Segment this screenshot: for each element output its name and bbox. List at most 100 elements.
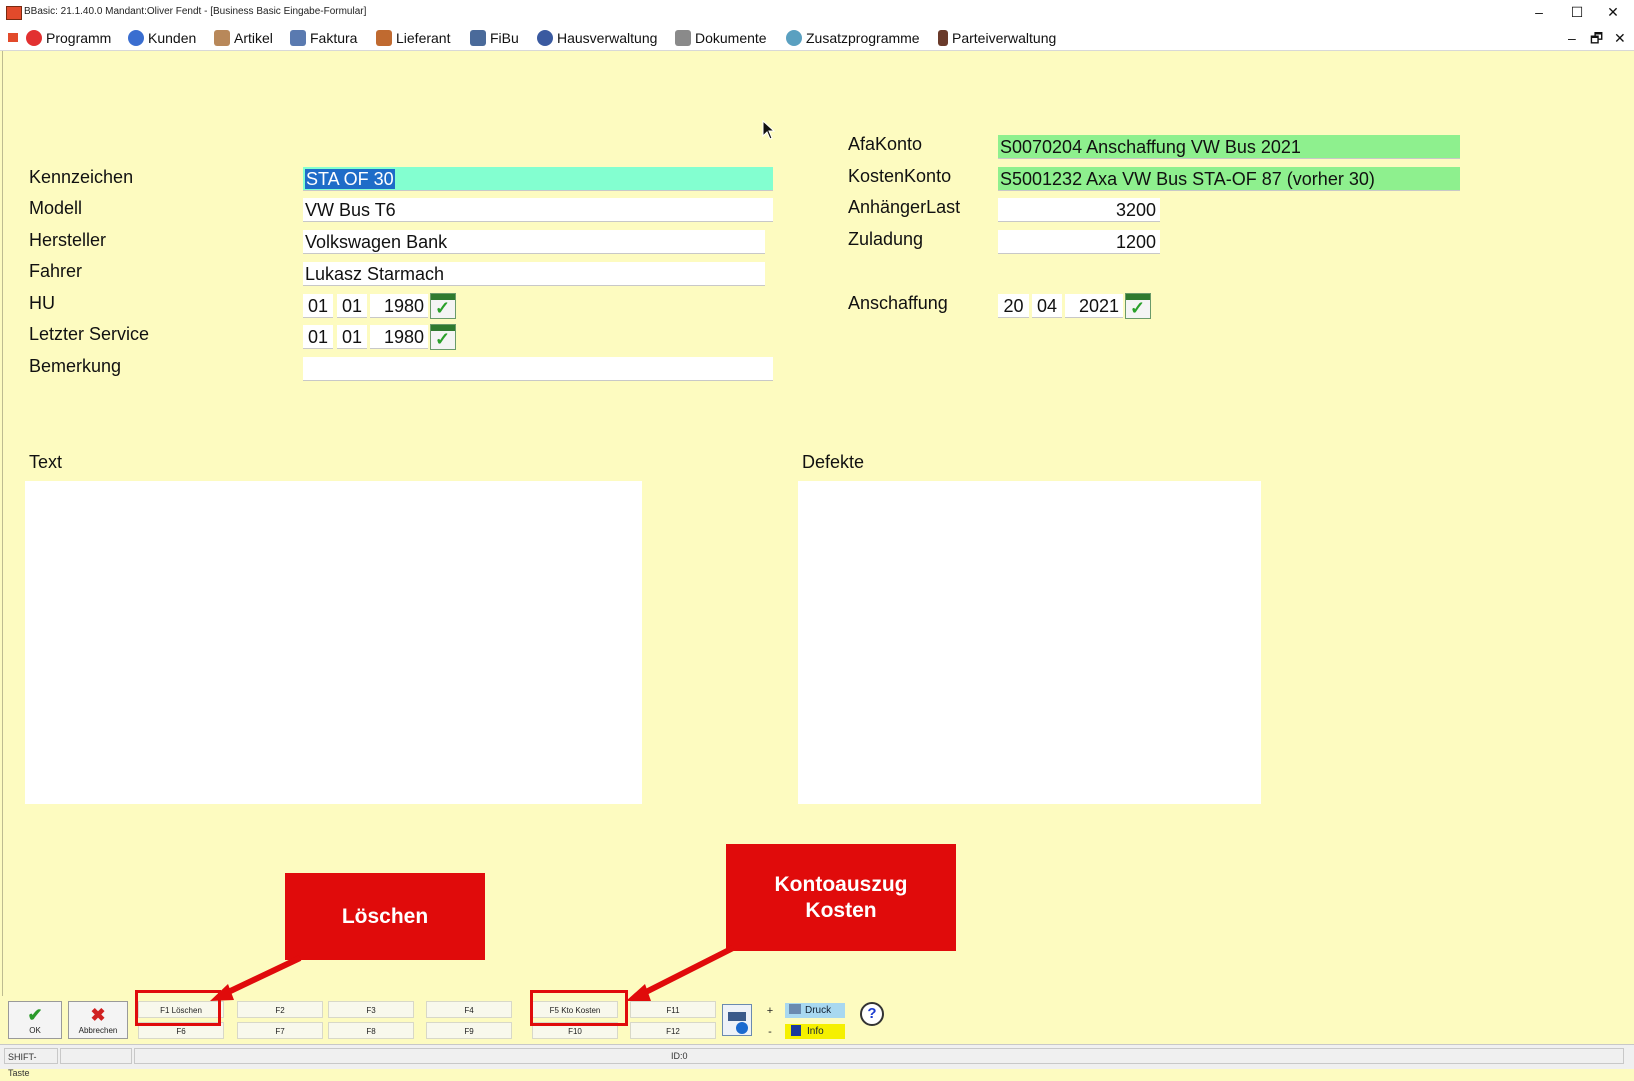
zuladung-label: Zuladung: [848, 229, 924, 249]
id-status: ID:0: [671, 1051, 688, 1061]
text-memo[interactable]: [25, 481, 642, 804]
highlight-f5: [530, 990, 628, 1026]
anschaffung-month-field[interactable]: 04: [1032, 294, 1062, 318]
menu-faktura[interactable]: Faktura: [290, 28, 357, 48]
callout-kontoauszug: Kontoauszug Kosten: [726, 844, 956, 951]
kunden-icon: [128, 30, 144, 46]
fahrer-field[interactable]: Lukasz Starmach: [303, 262, 765, 286]
f2-button[interactable]: F2: [237, 1001, 323, 1018]
f11-button[interactable]: F11: [630, 1001, 716, 1018]
keyboard-info-icon[interactable]: [722, 1004, 752, 1036]
menu-artikel[interactable]: Artikel: [214, 28, 273, 48]
anschaffung-day-field[interactable]: 20: [998, 294, 1029, 318]
hu-month-field[interactable]: 01: [337, 294, 367, 318]
parteiverwaltung-icon: [938, 30, 948, 46]
anhaengerlast-field[interactable]: 3200: [998, 198, 1160, 222]
anhaengerlast-label: AnhängerLast: [848, 197, 961, 217]
help-icon[interactable]: ?: [860, 1002, 884, 1026]
ok-button[interactable]: ✔ OK: [8, 1001, 62, 1039]
highlight-f1: [135, 990, 221, 1026]
hu-label: HU: [29, 293, 55, 313]
mouse-cursor: [762, 120, 776, 140]
status-bar: SHIFT-Taste ID:0: [0, 1044, 1634, 1078]
mdi-restore-button[interactable]: 🗗: [1590, 28, 1603, 48]
f7-button[interactable]: F7: [237, 1022, 323, 1039]
kostenkonto-label: KostenKonto: [848, 166, 952, 186]
menu-dokumente[interactable]: Dokumente: [675, 28, 767, 48]
menu-lieferant[interactable]: Lieferant: [376, 28, 450, 48]
abbrechen-button[interactable]: ✖ Abbrechen: [68, 1001, 128, 1039]
menu-programm[interactable]: Programm: [26, 28, 111, 48]
plus-button[interactable]: +: [762, 1003, 778, 1019]
hu-year-field[interactable]: 1980: [370, 294, 428, 318]
mdi-minimize-button[interactable]: –: [1568, 28, 1576, 48]
status-message: [134, 1048, 1624, 1064]
f3-button[interactable]: F3: [328, 1001, 414, 1018]
menu-hausverwaltung[interactable]: Hausverwaltung: [537, 28, 657, 48]
bemerkung-field[interactable]: [303, 357, 773, 381]
checkmark-icon: ✔: [27, 1005, 43, 1025]
maximize-button[interactable]: ☐: [1562, 2, 1592, 22]
hu-calendar-icon[interactable]: ✓: [430, 293, 456, 319]
artikel-icon: [214, 30, 230, 46]
menu-kunden[interactable]: Kunden: [128, 28, 196, 48]
defekte-label: Defekte: [802, 452, 865, 472]
text-label: Text: [29, 452, 63, 472]
mdi-close-button[interactable]: ✕: [1614, 28, 1626, 48]
letzter-service-label: Letzter Service: [29, 324, 150, 344]
callout-kontoauszug-line1: Kontoauszug: [774, 872, 908, 896]
info-button[interactable]: Info: [785, 1024, 845, 1039]
dokumente-icon: [675, 30, 691, 46]
zuladung-field[interactable]: 1200: [998, 230, 1160, 254]
menu-bar: Programm Kunden Artikel Faktura Lieferan…: [0, 25, 1634, 51]
window-title: BBasic: 21.1.40.0 Mandant:Oliver Fendt -…: [24, 6, 367, 17]
modell-label: Modell: [29, 198, 83, 218]
f9-button[interactable]: F9: [426, 1022, 512, 1039]
minus-button[interactable]: -: [762, 1024, 778, 1040]
kennzeichen-field[interactable]: STA OF 30: [303, 167, 773, 191]
service-month-field[interactable]: 01: [337, 325, 367, 349]
afakonto-field[interactable]: S0070204 Anschaffung VW Bus 2021: [998, 135, 1460, 159]
druck-button[interactable]: Druck: [785, 1003, 845, 1018]
kennzeichen-label: Kennzeichen: [29, 167, 134, 187]
zusatzprogramme-icon: [786, 30, 802, 46]
hausverwaltung-icon: [537, 30, 553, 46]
defekte-memo[interactable]: [798, 481, 1261, 804]
callout-kontoauszug-line2: Kosten: [805, 898, 877, 922]
programm-icon: [26, 30, 42, 46]
anschaffung-year-field[interactable]: 2021: [1065, 294, 1123, 318]
service-calendar-icon[interactable]: ✓: [430, 324, 456, 350]
bemerkung-label: Bemerkung: [29, 356, 122, 376]
menu-parteiverwaltung[interactable]: Parteiverwaltung: [938, 28, 1056, 48]
shift-status: SHIFT-Taste: [4, 1048, 58, 1078]
service-day-field[interactable]: 01: [303, 325, 333, 349]
f4-button[interactable]: F4: [426, 1001, 512, 1018]
faktura-icon: [290, 30, 306, 46]
hersteller-field[interactable]: Volkswagen Bank: [303, 230, 765, 254]
anschaffung-label: Anschaffung: [848, 293, 948, 313]
f8-button[interactable]: F8: [328, 1022, 414, 1039]
printer-icon: [789, 1004, 801, 1014]
title-bar: BBasic: 21.1.40.0 Mandant:Oliver Fendt -…: [0, 0, 1634, 25]
afakonto-label: AfaKonto: [848, 134, 923, 154]
cancel-x-icon: ✖: [90, 1005, 106, 1025]
hu-day-field[interactable]: 01: [303, 294, 333, 318]
system-menu-icon[interactable]: [8, 33, 18, 42]
fibu-icon: [470, 30, 486, 46]
callout-loeschen: Löschen: [285, 873, 485, 960]
menu-zusatzprogramme[interactable]: Zusatzprogramme: [786, 28, 920, 48]
kostenkonto-field[interactable]: S5001232 Axa VW Bus STA-OF 87 (vorher 30…: [998, 167, 1460, 191]
close-button[interactable]: ✕: [1598, 2, 1628, 22]
kennzeichen-selected-text: STA OF 30: [305, 169, 395, 189]
service-year-field[interactable]: 1980: [370, 325, 428, 349]
modell-field[interactable]: VW Bus T6: [303, 198, 773, 222]
minimize-button[interactable]: –: [1524, 2, 1554, 22]
lieferant-icon: [376, 30, 392, 46]
anschaffung-calendar-icon[interactable]: ✓: [1125, 293, 1151, 319]
f12-button[interactable]: F12: [630, 1022, 716, 1039]
app-icon: [6, 6, 22, 20]
menu-fibu[interactable]: FiBu: [470, 28, 519, 48]
status-cell-empty: [60, 1048, 132, 1064]
info-book-icon: [791, 1025, 801, 1036]
fahrer-label: Fahrer: [29, 261, 83, 281]
